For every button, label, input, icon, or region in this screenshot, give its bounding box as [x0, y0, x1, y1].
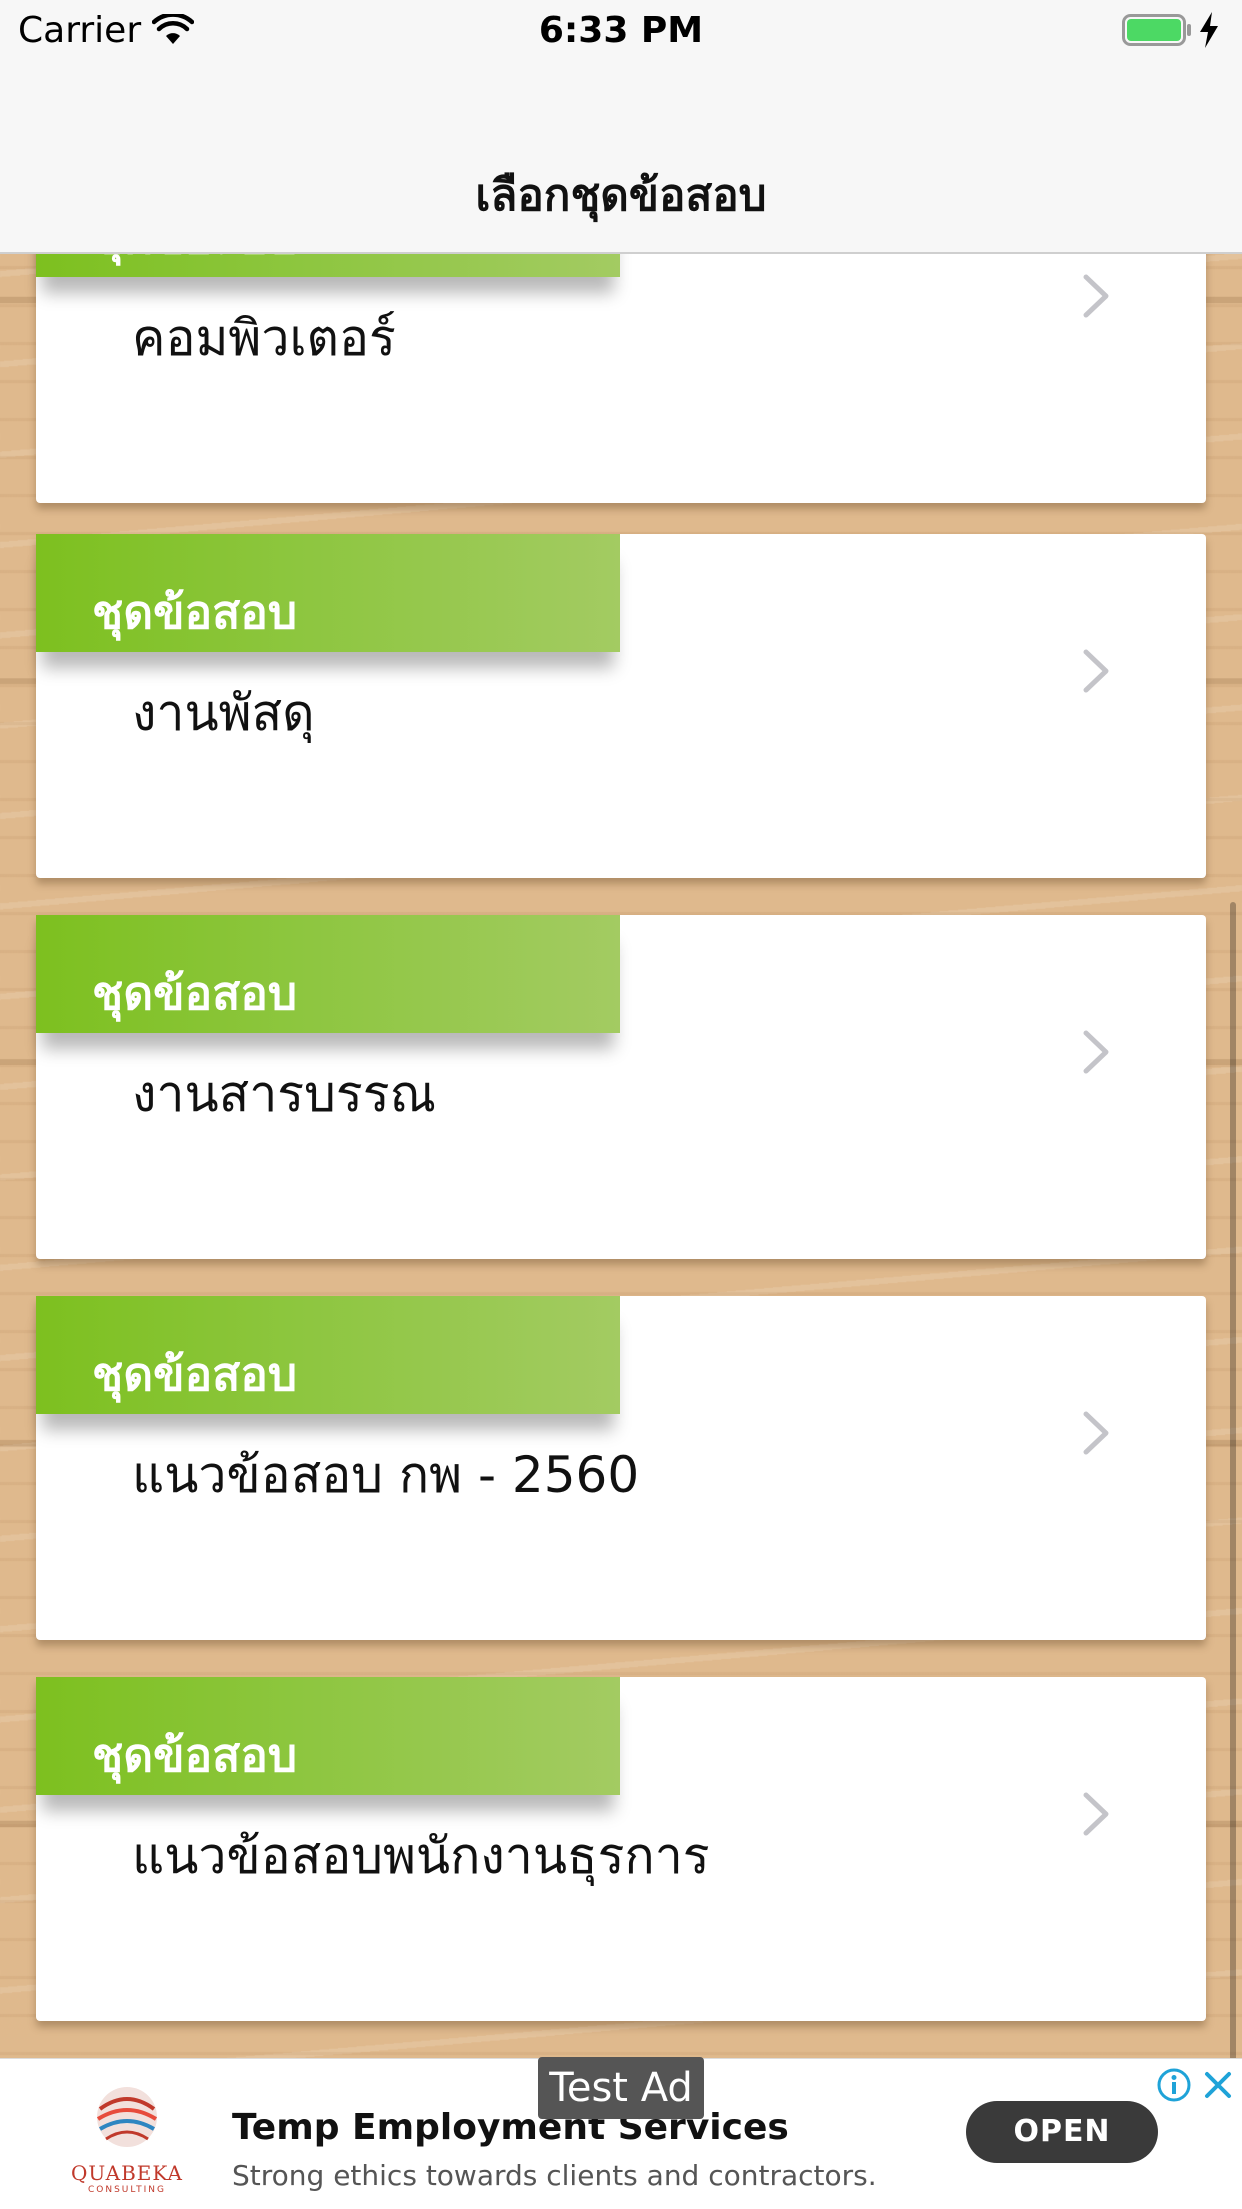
ad-title[interactable]: Temp Employment Services — [232, 2107, 789, 2148]
chevron-right-icon — [1083, 1030, 1109, 1074]
ad-logo-globe-icon — [96, 2087, 158, 2147]
card-tab: ชุดข้อสอบ — [36, 1296, 620, 1414]
card-tab-label: ชุดข้อสอบ — [92, 966, 298, 1020]
card-tab-label: ชุดข้อสอบ — [92, 252, 297, 274]
card-title: คอมพิวเตอร์ — [132, 309, 396, 367]
card-title: งานสารบรรณ — [132, 1065, 436, 1123]
list-item-computer[interactable]: ชุดข้อสอบ คอมพิวเตอร์ — [36, 252, 1206, 503]
chevron-right-icon — [1083, 1792, 1109, 1836]
card-tab: ชุดข้อสอบ — [36, 915, 620, 1033]
chevron-right-icon — [1083, 274, 1109, 318]
status-time: 6:33 PM — [538, 10, 704, 51]
chevron-right-icon — [1083, 1411, 1109, 1455]
navigation-bar: เลือกชุดข้อสอบ — [0, 62, 1242, 254]
card-tab: ชุดข้อสอบ — [36, 252, 620, 277]
card-tab-label: ชุดข้อสอบ — [92, 1728, 298, 1782]
exam-set-list[interactable]: ชุดข้อสอบ คอมพิวเตอร์ ชุดข้อสอบ งานพัสดุ… — [0, 252, 1242, 2058]
ad-logo: QUABEKA CONSULTING — [62, 2079, 192, 2195]
chevron-right-icon — [1083, 649, 1109, 693]
card-tab: ชุดข้อสอบ — [36, 534, 620, 652]
battery-icon — [1122, 14, 1191, 46]
charging-bolt-icon — [1200, 12, 1218, 48]
ad-logo-subtext: CONSULTING — [87, 2185, 167, 2195]
card-title: แนวข้อสอบพนักงานธุรการ — [132, 1827, 710, 1885]
ad-description: Strong ethics towards clients and contra… — [232, 2159, 877, 2192]
card-tab: ชุดข้อสอบ — [36, 1677, 620, 1795]
close-icon[interactable] — [1200, 2067, 1236, 2103]
ad-open-button[interactable]: OPEN — [966, 2101, 1158, 2163]
card-title: งานพัสดุ — [132, 684, 315, 742]
ad-logo-text: QUABEKA — [71, 2161, 183, 2185]
ad-banner[interactable]: QUABEKA CONSULTING Temp Employment Servi… — [0, 2057, 1242, 2209]
card-tab-label: ชุดข้อสอบ — [92, 1347, 298, 1401]
test-ad-label: Test Ad — [538, 2057, 704, 2119]
list-item-clerk[interactable]: ชุดข้อสอบ แนวข้อสอบพนักงานธุรการ — [36, 1677, 1206, 2021]
card-title: แนวข้อสอบ กพ - 2560 — [132, 1446, 640, 1504]
card-tab-label: ชุดข้อสอบ — [92, 585, 298, 639]
info-icon[interactable] — [1156, 2067, 1192, 2103]
page-title: เลือกชุดข้อสอบ — [475, 170, 767, 221]
list-item-supplies[interactable]: ชุดข้อสอบ งานพัสดุ — [36, 534, 1206, 878]
list-item-correspondence[interactable]: ชุดข้อสอบ งานสารบรรณ — [36, 915, 1206, 1259]
scroll-indicator[interactable] — [1230, 902, 1236, 2058]
list-item-ocsc-2560[interactable]: ชุดข้อสอบ แนวข้อสอบ กพ - 2560 — [36, 1296, 1206, 1640]
status-bar: Carrier 6:33 PM — [0, 0, 1242, 62]
